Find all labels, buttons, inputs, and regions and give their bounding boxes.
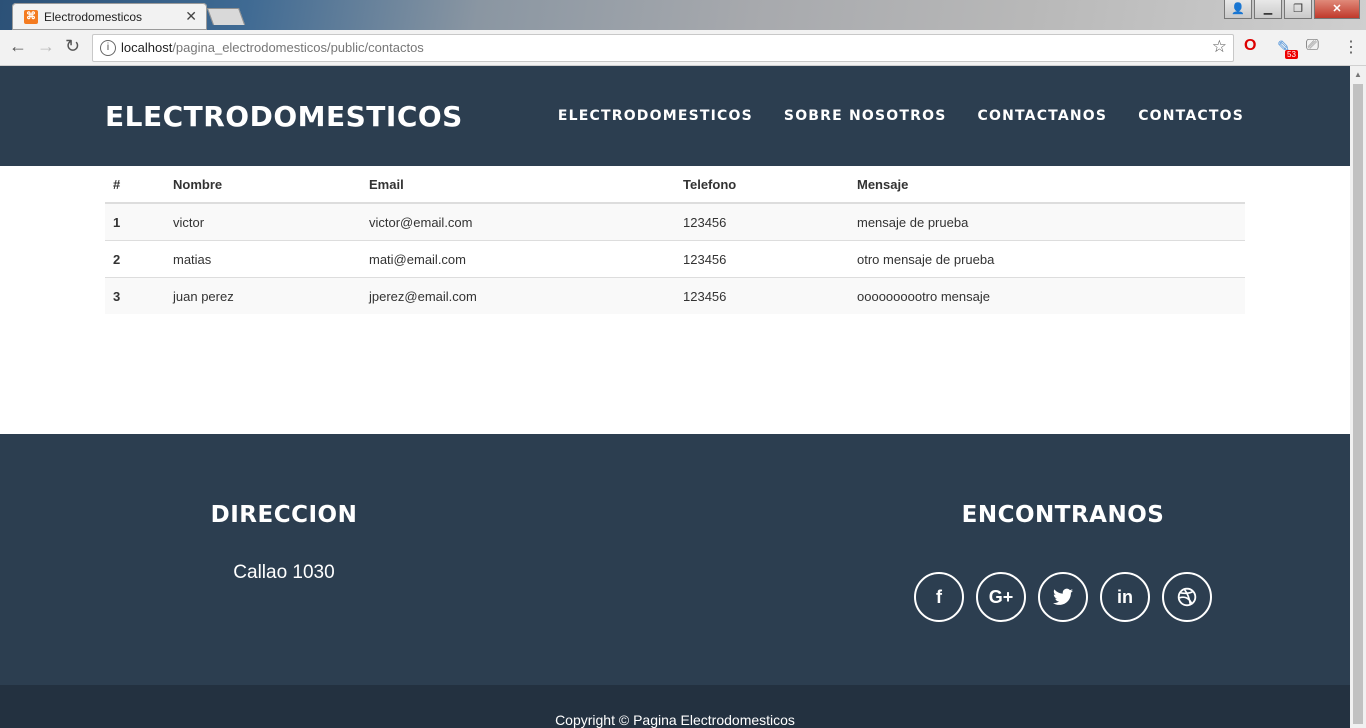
social-links: f G+ in	[890, 572, 1236, 622]
footer-direccion: DIRECCION Callao 1030	[144, 502, 424, 584]
browser-tab[interactable]: ⌘ Electrodomesticos ✕	[12, 3, 207, 30]
direccion-title: DIRECCION	[210, 502, 358, 528]
nav-electrodomesticos[interactable]: ELECTRODOMESTICOS	[558, 108, 753, 124]
site-footer: DIRECCION Callao 1030 ENCONTRANOS f G+ i…	[0, 434, 1350, 685]
extension-badge: 53	[1285, 50, 1298, 59]
table-header-row: # Nombre Email Telefono Mensaje	[105, 166, 1245, 204]
cell-telefono: 123456	[675, 240, 849, 278]
col-header-index: #	[105, 166, 165, 204]
col-header-nombre: Nombre	[165, 166, 361, 204]
cell-telefono: 123456	[675, 277, 849, 314]
table-row: 3 juan perez jperez@email.com 123456 ooo…	[105, 277, 1245, 314]
twitter-icon[interactable]	[1038, 572, 1088, 622]
site-brand[interactable]: ELECTRODOMESTICOS	[105, 100, 463, 133]
cell-email: victor@email.com	[361, 202, 675, 241]
browser-tabbar: ⌘ Electrodomesticos ✕ 👤 ▁ ❐ ✕	[0, 0, 1366, 30]
dribbble-icon[interactable]	[1162, 572, 1212, 622]
cell-index: 3	[105, 277, 165, 314]
facebook-icon[interactable]: f	[914, 572, 964, 622]
nav-contactos[interactable]: CONTACTOS	[1138, 108, 1244, 124]
cast-icon[interactable]: ⎚	[1306, 37, 1319, 55]
address-text: Callao 1030	[233, 562, 335, 583]
scrollbar-thumb[interactable]	[1353, 84, 1363, 724]
encontranos-title: ENCONTRANOS	[961, 502, 1165, 528]
xampp-favicon-icon: ⌘	[24, 10, 38, 24]
cell-email: jperez@email.com	[361, 277, 675, 314]
cell-mensaje: otro mensaje de prueba	[849, 240, 1245, 278]
table-row: 1 victor victor@email.com 123456 mensaje…	[105, 202, 1245, 241]
minimize-button[interactable]: ▁	[1254, 0, 1282, 19]
nav-sobre-nosotros[interactable]: SOBRE NOSOTROS	[784, 108, 947, 124]
table-row: 2 matias mati@email.com 123456 otro mens…	[105, 240, 1245, 278]
reload-icon[interactable]: ↻	[65, 36, 80, 57]
col-header-mensaje: Mensaje	[849, 166, 1245, 204]
site-info-icon[interactable]: i	[100, 40, 116, 56]
copyright-text: Copyright © Pagina Electrodomesticos	[555, 712, 795, 728]
cell-nombre: matias	[165, 240, 361, 278]
browser-toolbar: ← → ↻ i localhost/pagina_electrodomestic…	[0, 30, 1366, 66]
new-tab-button[interactable]	[206, 8, 246, 25]
url-host: localhost	[121, 40, 173, 55]
nav-contactanos[interactable]: CONTACTANOS	[978, 108, 1108, 124]
url-path: /pagina_electrodomesticos/public/contact…	[172, 40, 424, 55]
forward-arrow-icon[interactable]: →	[37, 36, 55, 57]
cell-mensaje: mensaje de prueba	[849, 202, 1245, 241]
close-window-button[interactable]: ✕	[1314, 0, 1360, 19]
site-header: ELECTRODOMESTICOS ELECTRODOMESTICOS SOBR…	[0, 66, 1350, 166]
cell-nombre: victor	[165, 202, 361, 241]
copyright-bar: Copyright © Pagina Electrodomesticos	[0, 685, 1350, 728]
cell-mensaje: oooooooootro mensaje	[849, 277, 1245, 314]
address-bar[interactable]: i localhost/pagina_electrodomesticos/pub…	[92, 34, 1234, 62]
user-icon[interactable]: 👤	[1224, 0, 1252, 19]
contacts-table: # Nombre Email Telefono Mensaje 1 victor…	[105, 166, 1245, 314]
col-header-email: Email	[361, 166, 675, 204]
footer-encontranos: ENCONTRANOS f G+ in	[890, 502, 1236, 622]
page-scrollbar[interactable]: ▲	[1350, 66, 1366, 728]
cell-nombre: juan perez	[165, 277, 361, 314]
main-nav: ELECTRODOMESTICOS SOBRE NOSOTROS CONTACT…	[558, 108, 1244, 124]
cell-index: 2	[105, 240, 165, 278]
google-plus-icon[interactable]: G+	[976, 572, 1026, 622]
scroll-up-icon[interactable]: ▲	[1354, 70, 1362, 79]
url-text: localhost/pagina_electrodomesticos/publi…	[121, 40, 424, 55]
tab-title: Electrodomesticos	[44, 10, 143, 24]
tab-close-icon[interactable]: ✕	[185, 8, 197, 25]
menu-kebab-icon[interactable]: ⋮	[1343, 37, 1359, 57]
restore-button[interactable]: ❐	[1284, 0, 1312, 19]
cell-telefono: 123456	[675, 202, 849, 241]
col-header-telefono: Telefono	[675, 166, 849, 204]
linkedin-icon[interactable]: in	[1100, 572, 1150, 622]
opera-extension-icon[interactable]: O	[1244, 37, 1256, 55]
cell-email: mati@email.com	[361, 240, 675, 278]
window-controls: 👤 ▁ ❐ ✕	[1224, 0, 1360, 20]
bookmark-star-icon[interactable]: ☆	[1212, 37, 1227, 57]
cell-index: 1	[105, 202, 165, 241]
back-arrow-icon[interactable]: ←	[9, 36, 27, 57]
